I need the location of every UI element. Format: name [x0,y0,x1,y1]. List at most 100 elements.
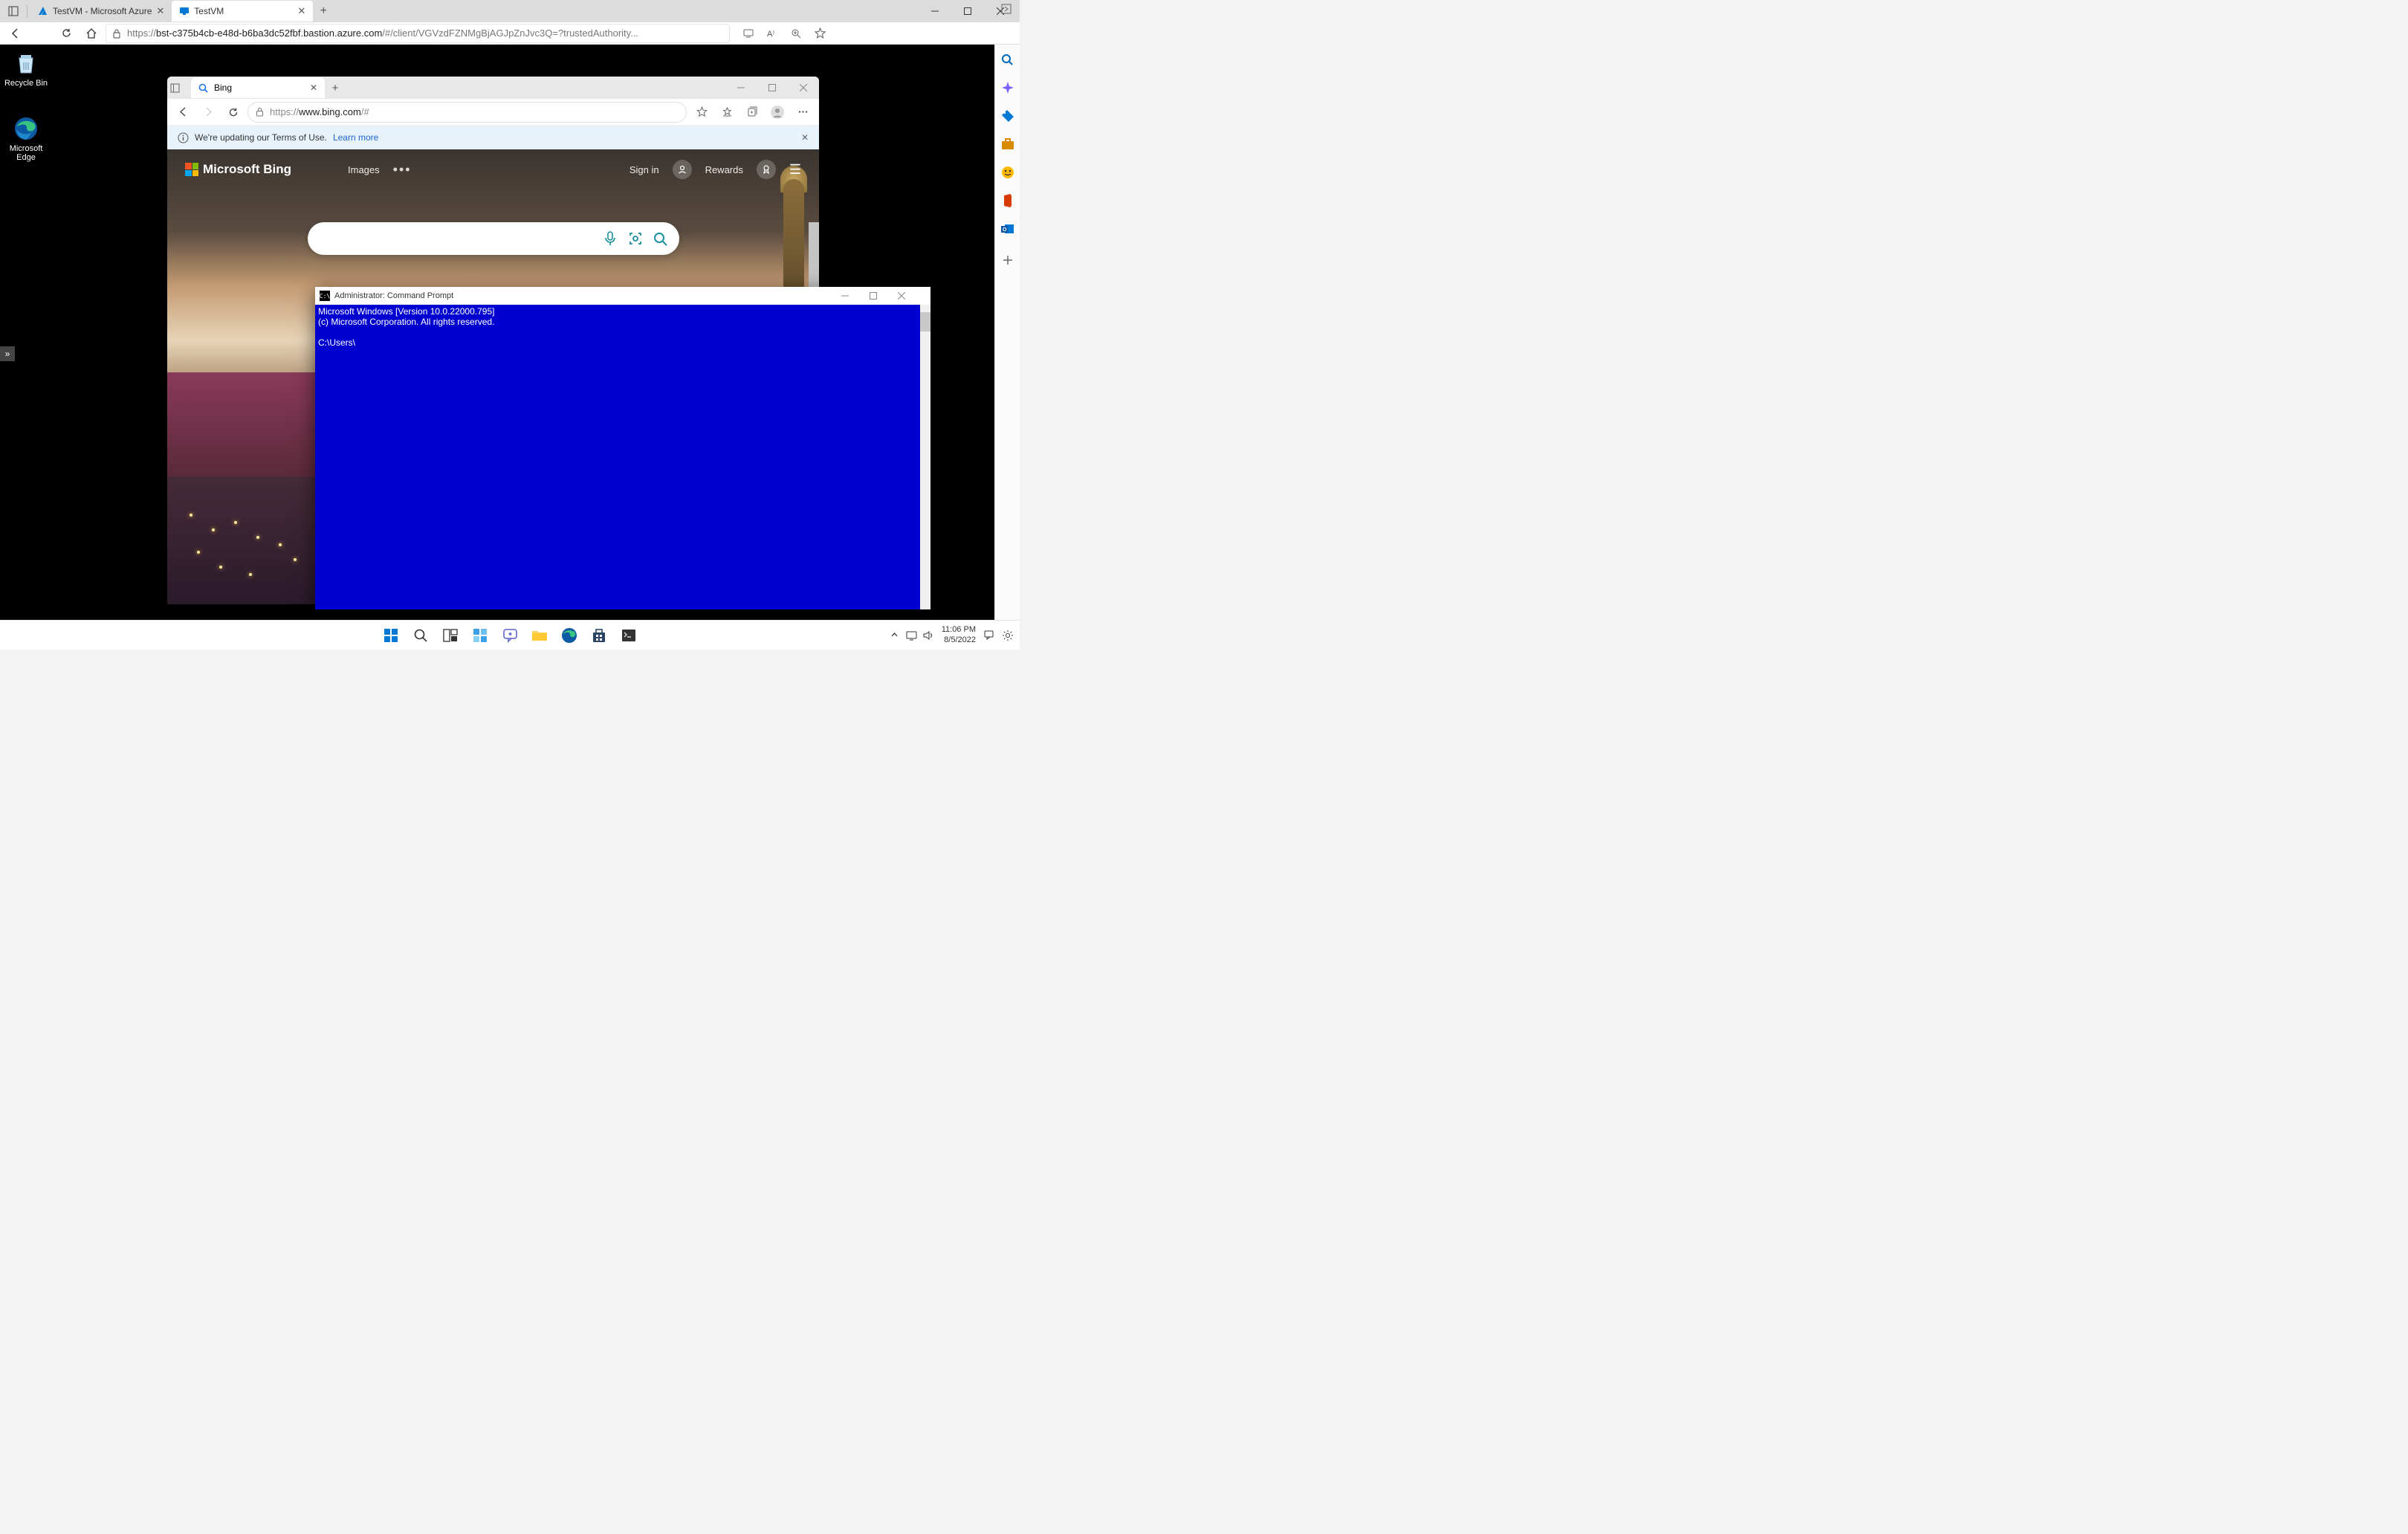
cmd-minimize-button[interactable] [841,292,870,300]
widgets-icon[interactable] [468,624,492,647]
edge-desktop-label: Microsoft Edge [0,144,52,162]
inner-favorites-bar-icon[interactable] [715,102,739,123]
bing-nav-images[interactable]: Images [348,164,380,175]
inner-profile-icon[interactable] [766,102,789,123]
home-button[interactable] [80,23,103,44]
visual-search-icon[interactable] [623,226,648,251]
cmd-body[interactable]: Microsoft Windows [Version 10.0.22000.79… [315,305,930,609]
windows-taskbar: 11:06 PM 8/5/2022 [0,620,1020,650]
bastion-clipboard-handle[interactable]: » [0,346,15,361]
settings-icon[interactable] [1002,630,1014,641]
taskbar-search-icon[interactable] [409,624,433,647]
outer-tab-bar: TestVM - Microsoft Azure ✕ TestVM ✕ + [0,0,1020,22]
svg-text:O: O [1003,227,1007,233]
bing-account-icon[interactable] [673,160,692,179]
shopping-sidebar-icon[interactable] [1000,109,1015,123]
maximize-button[interactable] [951,0,984,22]
browser-tab-testvm[interactable]: TestVM ✕ [172,1,313,22]
bing-search-favicon-icon [198,83,208,93]
address-field[interactable]: https://bst-c375b4cb-e48d-b6ba3dc52fbf.b… [106,24,730,43]
lock-icon [256,107,264,117]
games-sidebar-icon[interactable] [1000,165,1015,180]
inner-back-button[interactable] [172,102,194,123]
office-sidebar-icon[interactable] [1000,193,1015,208]
sidebar-collapse-icon[interactable] [997,0,1015,18]
terms-learn-more-link[interactable]: Learn more [333,132,378,143]
inner-tab-title: Bing [214,82,232,93]
search-submit-icon[interactable] [648,226,673,251]
outlook-sidebar-icon[interactable]: O [1000,221,1015,236]
tab-actions-icon[interactable] [3,1,24,21]
vm-favicon-icon [179,6,190,16]
bing-hamburger-icon[interactable]: ☰ [789,162,801,178]
inner-new-tab-button[interactable]: + [325,82,346,94]
recycle-bin-icon[interactable]: Recycle Bin [0,51,52,88]
inner-refresh-button[interactable] [222,102,245,123]
store-icon[interactable] [587,624,611,647]
cmd-line-1: Microsoft Windows [Version 10.0.22000.79… [318,306,494,317]
inner-menu-icon[interactable] [791,102,815,123]
clock-date: 8/5/2022 [942,635,976,645]
cmd-icon: C:\ [320,291,330,301]
tray-chevron-icon[interactable] [890,631,899,639]
lock-icon [112,28,121,39]
cmd-scrollbar[interactable] [920,305,930,609]
start-button[interactable] [379,624,403,647]
inner-address-field[interactable]: https://www.bing.com/# [247,102,687,123]
cmd-maximize-button[interactable] [870,292,898,300]
read-aloud-icon[interactable]: A⁾ [761,23,783,44]
terms-banner: We're updating our Terms of Use. Learn m… [167,126,819,149]
cmd-title-text: Administrator: Command Prompt [334,291,453,300]
inner-maximize-button[interactable] [757,77,788,99]
close-icon[interactable]: ✕ [310,82,317,93]
url-text: https://bst-c375b4cb-e48d-b6ba3dc52fbf.b… [127,27,638,39]
cmd-close-button[interactable] [898,292,926,300]
terminal-taskbar-icon[interactable] [617,624,641,647]
taskbar-systray: 11:06 PM 8/5/2022 [890,625,1020,644]
back-button[interactable] [4,23,27,44]
close-icon[interactable]: ✕ [156,5,164,17]
cmd-title-bar[interactable]: C:\ Administrator: Command Prompt [315,287,930,305]
tab-title: TestVM - Microsoft Azure [53,6,152,16]
file-explorer-icon[interactable] [528,624,551,647]
banner-close-icon[interactable]: ✕ [801,132,809,143]
inner-favorite-icon[interactable] [690,102,713,123]
minimize-button[interactable] [919,0,951,22]
inner-browser-tab[interactable]: Bing ✕ [191,77,325,98]
bing-search-input[interactable] [321,233,598,245]
task-view-icon[interactable] [438,624,462,647]
bing-search-box[interactable] [308,222,679,255]
inner-minimize-button[interactable] [725,77,757,99]
chat-icon[interactable] [498,624,522,647]
app-available-icon[interactable] [737,23,760,44]
edge-taskbar-icon[interactable] [557,624,581,647]
taskbar-clock[interactable]: 11:06 PM 8/5/2022 [942,625,976,644]
volume-icon[interactable] [923,630,934,641]
tools-sidebar-icon[interactable] [1000,137,1015,152]
bing-rewards-icon[interactable] [757,160,776,179]
inner-close-button[interactable] [788,77,819,99]
cmd-prompt: C:\Users\ [318,337,355,348]
bing-logo[interactable]: Microsoft Bing [185,162,291,177]
inner-address-bar: https://www.bing.com/# [167,99,819,126]
remote-desktop-viewport[interactable]: Recycle Bin Microsoft Edge » Bing ✕ + [0,45,994,620]
discover-sidebar-icon[interactable] [1000,80,1015,95]
notifications-icon[interactable] [983,630,994,641]
inner-tab-bar: Bing ✕ + [167,77,819,99]
search-sidebar-icon[interactable] [1000,52,1015,67]
new-tab-button[interactable]: + [313,4,334,18]
bing-rewards-link[interactable]: Rewards [705,164,743,175]
browser-tab-azure[interactable]: TestVM - Microsoft Azure ✕ [30,1,172,22]
inner-tab-actions-icon[interactable] [170,83,191,93]
edge-desktop-icon[interactable]: Microsoft Edge [0,116,52,162]
network-icon[interactable] [906,630,917,641]
voice-search-icon[interactable] [598,226,623,251]
add-sidebar-icon[interactable] [1000,253,1015,268]
favorites-icon[interactable] [809,23,831,44]
bing-nav-more-icon[interactable]: ••• [393,162,412,178]
refresh-button[interactable] [55,23,77,44]
zoom-icon[interactable] [785,23,807,44]
inner-collections-icon[interactable] [740,102,764,123]
close-icon[interactable]: ✕ [297,5,305,17]
bing-signin-link[interactable]: Sign in [629,164,659,175]
